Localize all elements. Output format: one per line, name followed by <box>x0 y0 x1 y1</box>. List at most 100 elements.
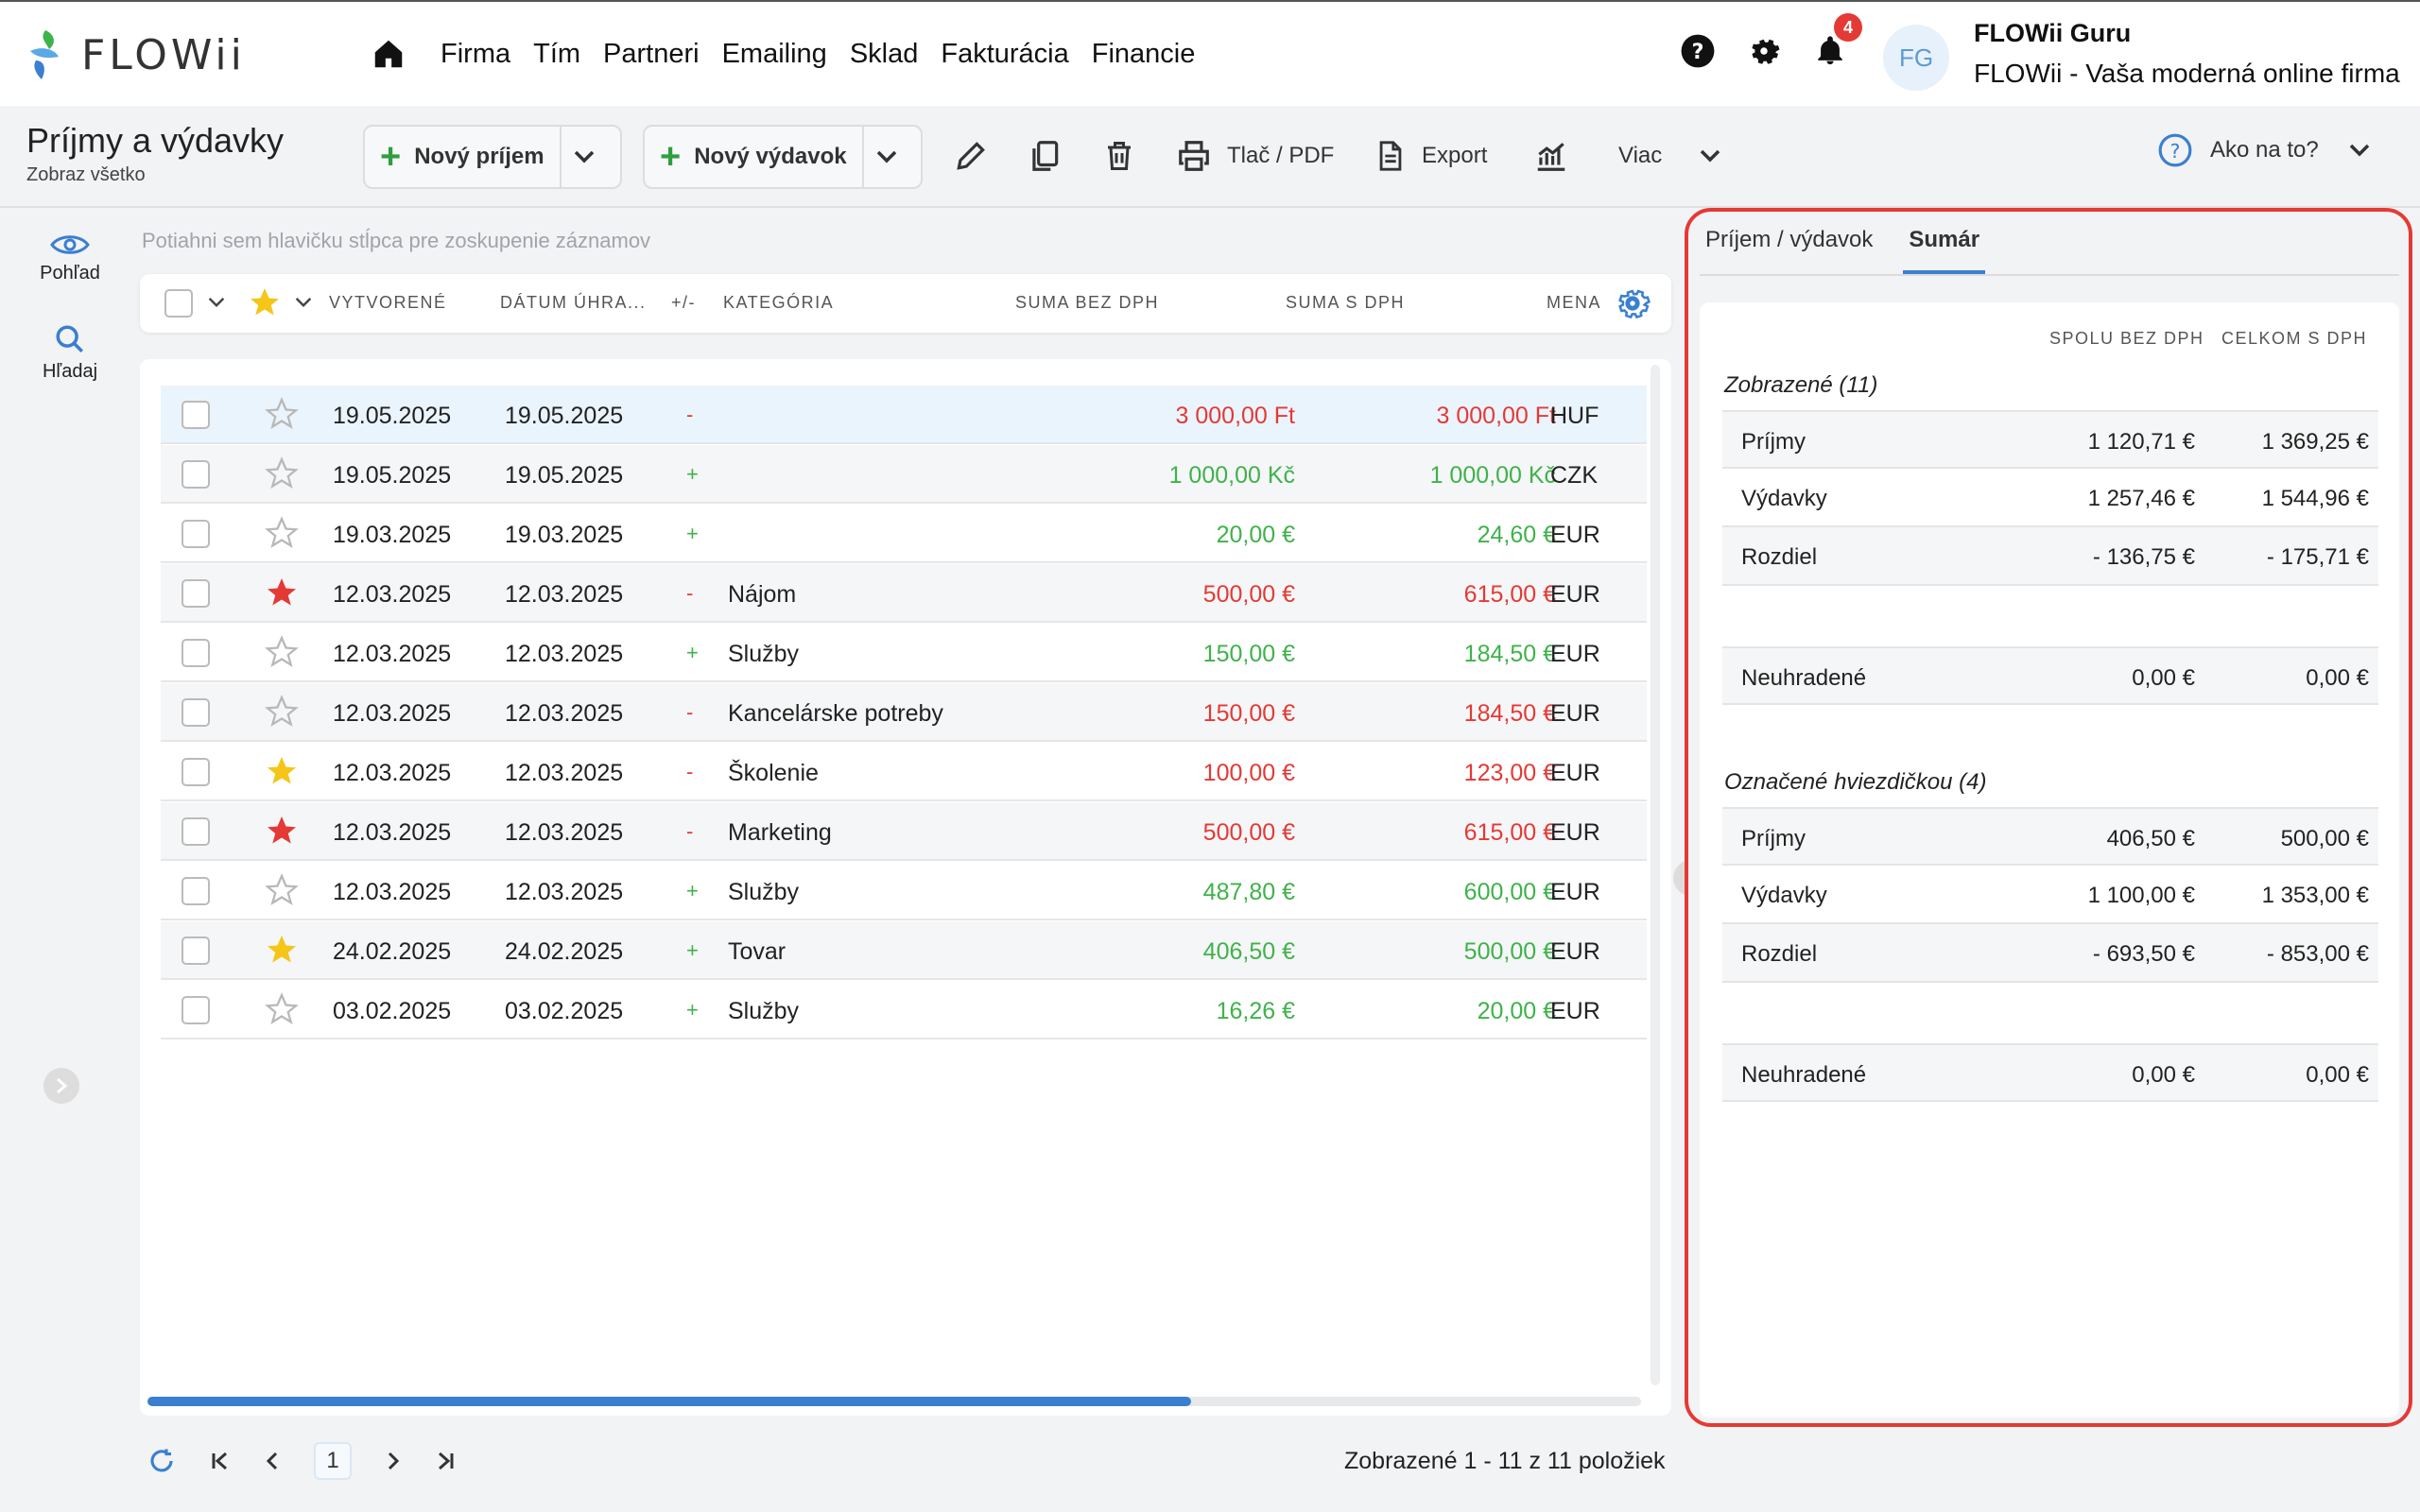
column-settings-gear-icon[interactable] <box>1615 285 1651 321</box>
col-created[interactable]: VYTVORENÉ <box>329 293 447 313</box>
new-income-split-button: + Nový príjem <box>363 125 622 189</box>
cell-sum-no-vat: 1 000,00 Kč <box>1168 462 1295 489</box>
star-outline-icon[interactable] <box>265 456 299 490</box>
star-icon[interactable] <box>265 754 299 788</box>
row-checkbox[interactable] <box>182 996 210 1024</box>
notifications-bell-icon[interactable]: 4 <box>1811 13 1862 70</box>
table-row[interactable]: 12.03.2025 12.03.2025 + Služby 150,00 € 184,5… <box>161 624 1647 682</box>
chevron-down-icon[interactable] <box>208 297 225 308</box>
brand-logo[interactable]: FLOWii <box>26 28 246 81</box>
menu-item-partneri[interactable]: Partneri <box>603 39 700 70</box>
star-icon[interactable] <box>265 576 299 610</box>
cell-sign: - <box>686 700 694 724</box>
star-outline-icon[interactable] <box>265 516 299 550</box>
row-checkbox[interactable] <box>182 520 210 548</box>
col-paid-date[interactable]: DÁTUM ÚHRA... <box>500 293 647 313</box>
menu-item-tim[interactable]: Tím <box>533 39 580 70</box>
refresh-icon[interactable] <box>147 1447 176 1475</box>
export-button[interactable]: Export <box>1374 132 1487 180</box>
row-checkbox[interactable] <box>182 698 210 727</box>
table-row[interactable]: 12.03.2025 12.03.2025 + Služby 487,80 € 600,0… <box>161 862 1647 920</box>
table-row[interactable]: 12.03.2025 12.03.2025 - Nájom 500,00 € 615,00… <box>161 564 1647 623</box>
cell-paid-date: 19.05.2025 <box>505 403 624 429</box>
search-button[interactable]: Hľadaj <box>0 323 140 383</box>
how-to-menu[interactable]: ? Ako na to? <box>2157 132 2370 168</box>
table-row[interactable]: 24.02.2025 24.02.2025 + Tovar 406,50 € 500,00… <box>161 921 1647 980</box>
more-menu[interactable]: Viac <box>1618 132 1720 180</box>
select-all-checkbox[interactable] <box>164 289 193 318</box>
menu-item-sklad[interactable]: Sklad <box>850 39 919 70</box>
menu-item-fakturacia[interactable]: Fakturácia <box>941 39 1068 70</box>
first-page-icon[interactable] <box>210 1451 231 1471</box>
next-page-icon[interactable] <box>386 1451 401 1471</box>
menu-item-emailing[interactable]: Emailing <box>722 39 827 70</box>
col-sum-vat[interactable]: SUMA S DPH <box>1286 293 1405 313</box>
col-category[interactable]: KATEGÓRIA <box>723 293 834 313</box>
view-button[interactable]: Pohľad <box>0 232 140 284</box>
chart-button[interactable] <box>1533 132 1569 180</box>
help-icon[interactable]: ? <box>1679 32 1717 70</box>
row-checkbox[interactable] <box>182 817 210 846</box>
star-outline-icon[interactable] <box>265 992 299 1026</box>
star-outline-icon[interactable] <box>265 635 299 669</box>
new-income-label: Nový príjem <box>414 144 544 169</box>
row-checkbox[interactable] <box>182 460 210 489</box>
user-avatar[interactable]: FG <box>1883 25 1949 91</box>
table-row[interactable]: 19.05.2025 19.05.2025 +1 000,00 Kč 1 000,00… <box>161 445 1647 504</box>
current-page[interactable]: 1 <box>314 1442 352 1480</box>
last-page-icon[interactable] <box>435 1451 456 1471</box>
summary-panel: Príjem / výdavok Sumár SPOLU BEZ DPH CEL… <box>1685 208 2412 1427</box>
row-checkbox[interactable] <box>182 936 210 965</box>
cell-sum-vat: 615,00 € <box>1463 819 1556 846</box>
tab-summary[interactable]: Sumár <box>1903 227 1986 274</box>
prev-page-icon[interactable] <box>265 1451 280 1471</box>
table-row[interactable]: 12.03.2025 12.03.2025 - Kancelárske potreby… <box>161 683 1647 742</box>
delete-button[interactable] <box>1102 132 1136 180</box>
row-checkbox[interactable] <box>182 758 210 786</box>
table-row[interactable]: 12.03.2025 12.03.2025 - Marketing 500,00 € 61… <box>161 802 1647 861</box>
horizontal-scrollbar[interactable] <box>147 1397 1641 1406</box>
expand-left-panel-button[interactable] <box>43 1068 79 1104</box>
chevron-down-icon[interactable] <box>295 297 312 308</box>
row-checkbox[interactable] <box>182 639 210 667</box>
copy-button[interactable] <box>1027 132 1063 180</box>
row-checkbox[interactable] <box>182 877 210 905</box>
col-sign[interactable]: +/- <box>671 293 696 313</box>
table-row[interactable]: 12.03.2025 12.03.2025 - Školenie 100,00 € 123… <box>161 743 1647 801</box>
settings-gear-icon[interactable] <box>1745 32 1783 70</box>
page-filter-subtitle[interactable]: Zobraz všetko <box>26 164 146 186</box>
star-outline-icon[interactable] <box>265 397 299 431</box>
view-label: Pohľad <box>40 263 100 284</box>
table-row[interactable]: 03.02.2025 03.02.2025 + Služby 16,26 € 20,00 … <box>161 981 1647 1040</box>
cell-sign: + <box>686 998 699 1022</box>
horizontal-scrollbar-thumb[interactable] <box>147 1397 1191 1406</box>
star-icon[interactable] <box>265 814 299 848</box>
row-checkbox[interactable] <box>182 401 210 429</box>
star-outline-icon[interactable] <box>265 695 299 729</box>
vertical-scrollbar[interactable] <box>1651 365 1660 1385</box>
new-expense-dropdown[interactable] <box>861 127 909 187</box>
print-pdf-button[interactable]: Tlač / PDF <box>1176 132 1334 180</box>
group-drop-zone[interactable]: Potiahni sem hlavičku stĺpca pre zoskupe… <box>142 229 650 253</box>
new-income-dropdown[interactable] <box>559 127 607 187</box>
value-vat: - 853,00 € <box>2266 941 2369 967</box>
menu-item-firma[interactable]: Firma <box>441 39 510 70</box>
col-sum-no-vat[interactable]: SUMA BEZ DPH <box>1015 293 1159 313</box>
pager: 1 <box>147 1442 456 1480</box>
tab-income-expense[interactable]: Príjem / výdavok <box>1700 227 1878 274</box>
edit-button[interactable] <box>953 132 989 180</box>
new-expense-button[interactable]: + Nový výdavok <box>645 127 862 187</box>
col-currency[interactable]: MENA <box>1547 293 1601 313</box>
table-row[interactable]: 19.05.2025 19.05.2025 - 3 000,00 Ft 3 000,00… <box>161 386 1647 444</box>
new-income-button[interactable]: + Nový príjem <box>365 127 560 187</box>
table-row[interactable]: 19.03.2025 19.03.2025 +20,00 € 24,60 € EUR <box>161 505 1647 563</box>
cell-created: 19.03.2025 <box>333 522 452 548</box>
row-checkbox[interactable] <box>182 579 210 608</box>
user-name[interactable]: FLOWii Guru <box>1974 19 2131 48</box>
cell-sum-vat: 184,50 € <box>1463 641 1556 667</box>
home-icon[interactable] <box>371 36 406 72</box>
star-outline-icon[interactable] <box>265 873 299 907</box>
menu-item-financie[interactable]: Financie <box>1092 39 1196 70</box>
star-icon[interactable] <box>265 933 299 967</box>
star-filter-icon[interactable] <box>248 285 282 319</box>
